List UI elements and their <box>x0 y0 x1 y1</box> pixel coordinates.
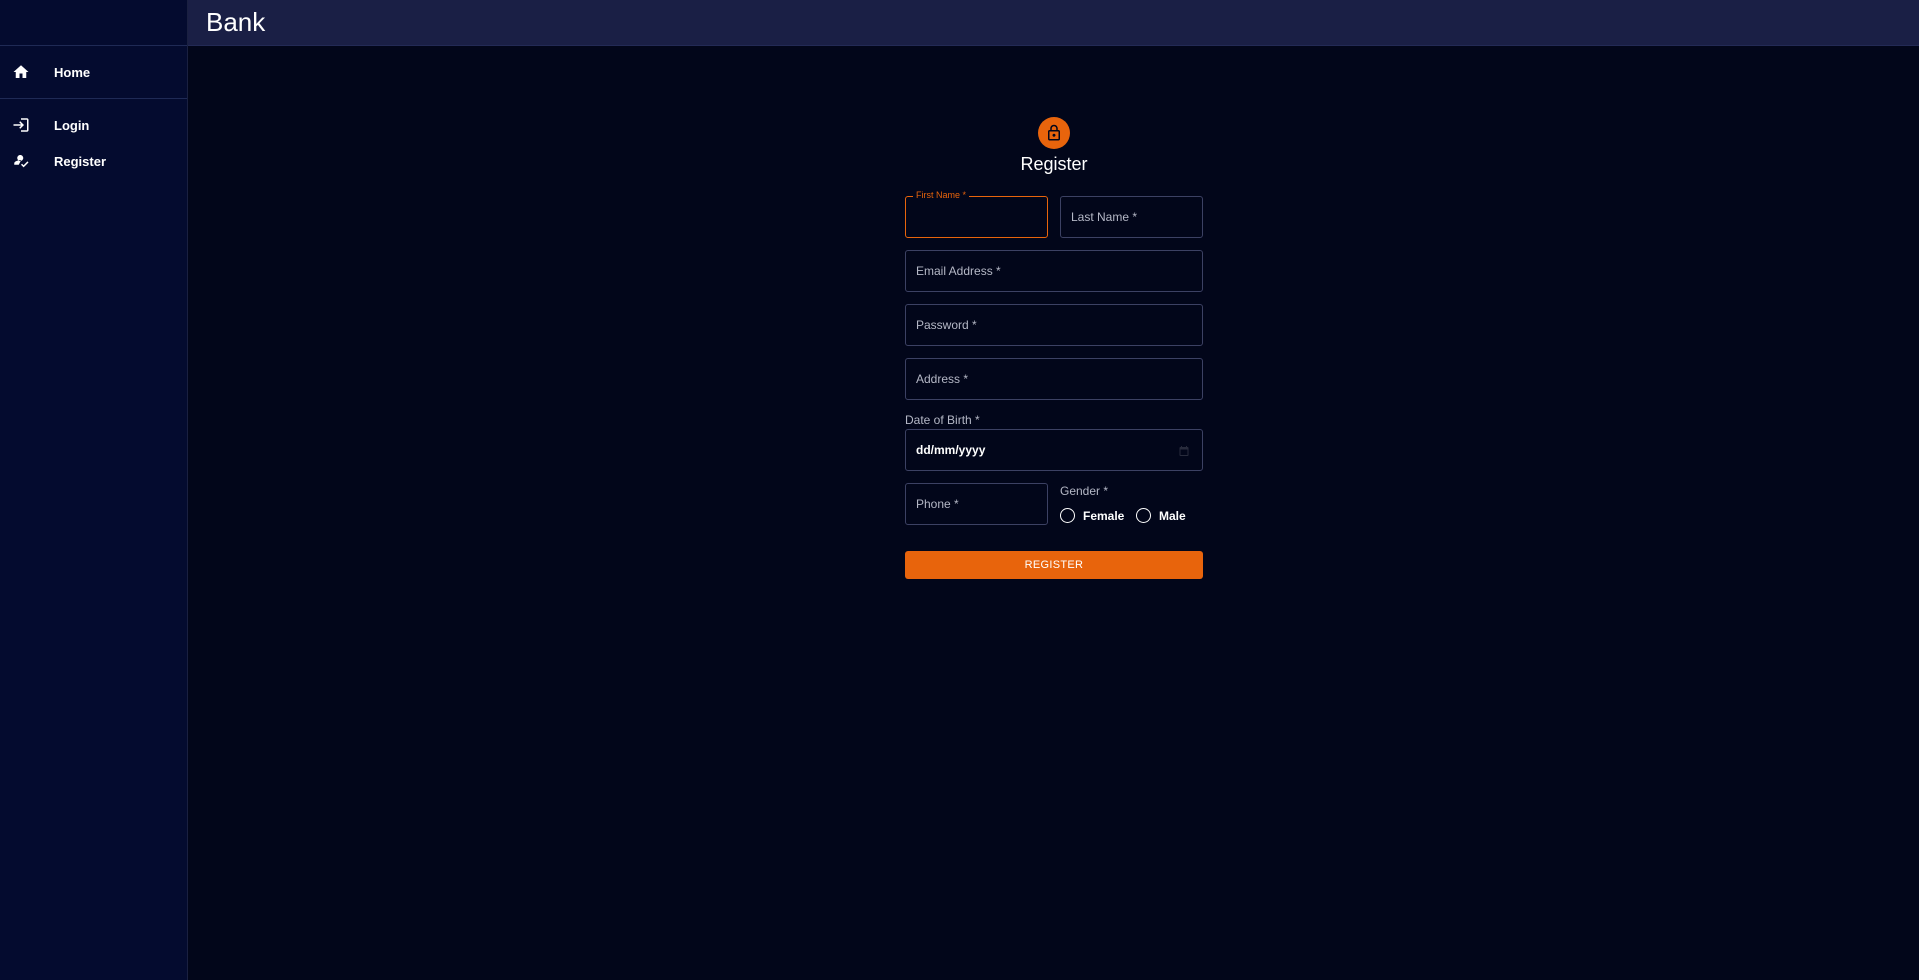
login-icon <box>12 116 30 134</box>
address-placeholder: Address * <box>916 372 969 386</box>
dob-value: dd/mm/yyyy <box>916 443 986 457</box>
nav-group-auth: Login Register <box>0 99 187 187</box>
last-name-placeholder: Last Name * <box>1071 210 1138 224</box>
lock-icon <box>1038 117 1070 149</box>
sidebar-item-login[interactable]: Login <box>0 107 187 143</box>
sidebar-header <box>0 0 187 46</box>
home-icon <box>12 63 30 81</box>
sidebar-item-label: Home <box>54 64 91 80</box>
nav-group-main: Home <box>0 46 187 99</box>
gender-label: Gender * <box>1060 484 1109 498</box>
sidebar: Home Login Register <box>0 0 188 980</box>
email-placeholder: Email Address * <box>916 264 1001 278</box>
email-field[interactable]: Email Address * <box>905 250 1203 292</box>
dob-label: Date of Birth * <box>905 413 980 427</box>
phone-field[interactable]: Phone * <box>905 483 1048 525</box>
main-content: Register First Name * Last Name * Email … <box>188 46 1919 980</box>
calendar-icon[interactable] <box>1178 444 1190 456</box>
address-field[interactable]: Address * <box>905 358 1203 400</box>
sidebar-item-register[interactable]: Register <box>0 143 187 179</box>
dob-field[interactable]: dd/mm/yyyy <box>905 429 1203 471</box>
gender-radio-female[interactable]: Female <box>1060 508 1124 523</box>
radio-circle[interactable] <box>1136 508 1151 523</box>
app-bar: Bank <box>188 0 1919 46</box>
radio-label: Male <box>1159 508 1186 523</box>
last-name-field[interactable]: Last Name * <box>1060 196 1203 238</box>
app-title: Bank <box>206 7 266 37</box>
radio-label: Female <box>1083 508 1125 523</box>
page-title: Register <box>1020 154 1088 174</box>
gender-radio-male[interactable]: Male <box>1136 508 1186 523</box>
register-button[interactable]: REGISTER <box>905 551 1203 579</box>
first-name-label: First Name * <box>913 190 970 200</box>
phone-placeholder: Phone * <box>916 497 959 511</box>
first-name-field[interactable]: First Name * <box>905 190 1048 238</box>
sidebar-item-label: Login <box>54 117 90 133</box>
radio-circle[interactable] <box>1060 508 1075 523</box>
password-field[interactable]: Password * <box>905 304 1203 346</box>
password-placeholder: Password * <box>916 318 977 332</box>
sidebar-item-label: Register <box>54 153 107 169</box>
sidebar-item-home[interactable]: Home <box>0 54 187 90</box>
how-to-reg-icon <box>12 152 30 170</box>
